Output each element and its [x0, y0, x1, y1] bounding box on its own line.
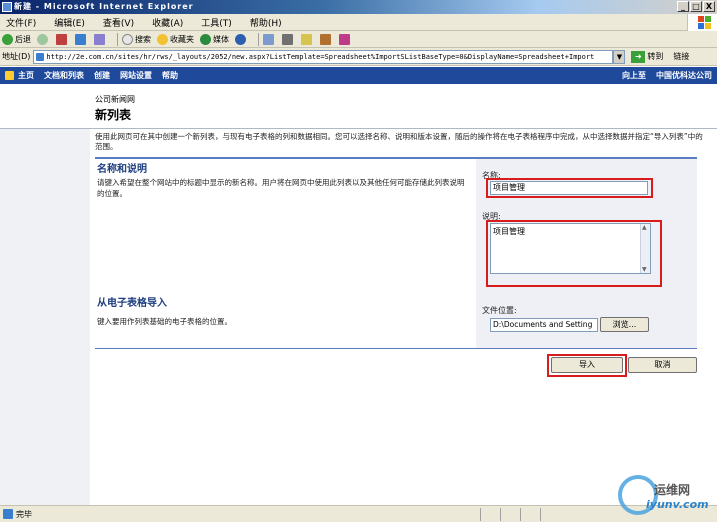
- refresh-button[interactable]: [75, 33, 88, 45]
- stop-icon: [56, 33, 67, 45]
- watermark-text-url: iyunv.com: [646, 498, 709, 511]
- go-arrow-icon: ➜: [631, 50, 646, 63]
- menu-favorites[interactable]: 收藏(A): [152, 16, 183, 29]
- forward-button[interactable]: [37, 33, 50, 45]
- favorites-button[interactable]: 收藏夹: [157, 33, 194, 45]
- site-name[interactable]: 公司新闻网: [95, 94, 135, 105]
- sharepoint-logo-icon: [5, 71, 14, 80]
- edit-button[interactable]: [301, 33, 314, 45]
- description-highlight: [486, 220, 662, 287]
- media-icon: [200, 33, 211, 45]
- discuss-icon: [320, 33, 331, 45]
- nav-site-settings[interactable]: 网站设置: [120, 70, 152, 81]
- close-button[interactable]: X: [703, 1, 715, 12]
- left-nav-area: [0, 129, 90, 505]
- messenger-icon: [339, 33, 350, 45]
- cancel-button[interactable]: 取消: [628, 357, 697, 373]
- address-label: 地址(D): [2, 52, 31, 61]
- messenger-button[interactable]: [339, 33, 352, 45]
- watermark: 运维网 iyunv.com: [604, 473, 714, 517]
- menu-view[interactable]: 查看(V): [103, 16, 134, 29]
- menu-file[interactable]: 文件(F): [6, 16, 36, 29]
- sharepoint-nav: 主页 文档和列表 创建 网站设置 帮助 向上至 中国优科达公司: [0, 67, 717, 84]
- printer-icon: [282, 33, 293, 45]
- toolbar-divider: [258, 32, 259, 46]
- nav-help[interactable]: 帮助: [162, 70, 178, 81]
- nav-create[interactable]: 创建: [94, 70, 110, 81]
- window-titlebar: 新建 - Microsoft Internet Explorer _ □ X: [0, 0, 717, 14]
- minimize-button[interactable]: _: [677, 1, 689, 12]
- go-label: 转到: [647, 52, 664, 61]
- status-divider: [480, 508, 481, 521]
- name-section-description: 请键入希望在整个网站中的标题中显示的新名称。用户将在网页中使用此列表以及其他任何…: [97, 178, 465, 198]
- status-divider: [540, 508, 541, 521]
- nav-right-links: 向上至 中国优科达公司: [622, 67, 712, 84]
- address-dropdown[interactable]: ▼: [613, 49, 626, 64]
- toolbar-divider: [117, 32, 118, 46]
- mail-icon: [263, 33, 274, 45]
- address-bar: 地址(D) http://2e.com.cn/sites/hr/rws/_lay…: [0, 48, 717, 66]
- import-section-description: 键入要用作列表基础的电子表格的位置。: [97, 317, 232, 326]
- nav-home[interactable]: 主页: [18, 70, 34, 81]
- menu-bar: 文件(F) 编辑(E) 查看(V) 收藏(A) 工具(T) 帮助(H): [0, 14, 717, 31]
- name-highlight: [486, 178, 653, 198]
- search-icon: [122, 33, 133, 45]
- home-icon: [94, 33, 105, 45]
- actions-divider: [95, 348, 697, 349]
- watermark-text-cn: 运维网: [654, 483, 691, 497]
- back-button[interactable]: 后退: [2, 33, 31, 45]
- star-icon: [157, 33, 168, 45]
- nav-parent-site[interactable]: 中国优科达公司: [656, 67, 712, 84]
- nav-up-to[interactable]: 向上至: [622, 67, 646, 84]
- import-section-title: 从电子表格导入: [97, 298, 167, 309]
- back-label: 后退: [15, 34, 31, 44]
- menu-edit[interactable]: 编辑(E): [54, 16, 85, 29]
- stop-button[interactable]: [56, 33, 69, 45]
- search-button[interactable]: 搜索: [122, 33, 151, 45]
- status-text: 完毕: [16, 509, 32, 519]
- browse-button[interactable]: 浏览...: [600, 317, 649, 332]
- favorites-label: 收藏夹: [170, 34, 194, 44]
- address-input[interactable]: http://2e.com.cn/sites/hr/rws/_layouts/2…: [33, 49, 614, 64]
- menu-help[interactable]: 帮助(H): [250, 16, 282, 29]
- toolbar: 后退 搜索 收藏夹 媒体: [0, 31, 717, 48]
- title-divider: [0, 128, 717, 129]
- file-location-input[interactable]: D:\Documents and Setting: [490, 318, 598, 332]
- nav-docs-lists[interactable]: 文档和列表: [44, 70, 84, 81]
- window-controls: _ □ X: [677, 1, 715, 12]
- media-button[interactable]: 媒体: [200, 33, 229, 45]
- history-button[interactable]: [235, 33, 248, 45]
- page-title: 新列表: [95, 108, 132, 122]
- import-highlight: [547, 354, 627, 377]
- print-button[interactable]: [282, 33, 295, 45]
- history-icon: [235, 33, 246, 45]
- home-button[interactable]: [94, 33, 107, 45]
- page-icon: [3, 509, 13, 519]
- ie-icon: [2, 2, 12, 12]
- edit-icon: [301, 33, 312, 45]
- links-button[interactable]: 链接: [673, 51, 689, 62]
- back-arrow-icon: [2, 33, 13, 45]
- media-label: 媒体: [213, 34, 229, 44]
- mail-button[interactable]: [263, 33, 276, 45]
- refresh-icon: [75, 33, 86, 45]
- section-divider: [95, 157, 697, 159]
- search-label: 搜索: [135, 34, 151, 44]
- menu-tools[interactable]: 工具(T): [201, 16, 232, 29]
- page-description: 使用此网页可在其中创建一个新列表，与现有电子表格的列和数据相同。您可以选择名称、…: [95, 132, 703, 151]
- name-section-title: 名称和说明: [97, 164, 147, 175]
- go-button[interactable]: ➜ 转到: [631, 50, 664, 63]
- window-title: 新建 - Microsoft Internet Explorer: [14, 2, 194, 11]
- status-divider: [500, 508, 501, 521]
- file-location-label: 文件位置:: [482, 306, 517, 315]
- maximize-button[interactable]: □: [690, 1, 702, 12]
- status-divider: [520, 508, 521, 521]
- discuss-button[interactable]: [320, 33, 333, 45]
- windows-logo-icon: [687, 14, 717, 31]
- forward-arrow-icon: [37, 33, 48, 45]
